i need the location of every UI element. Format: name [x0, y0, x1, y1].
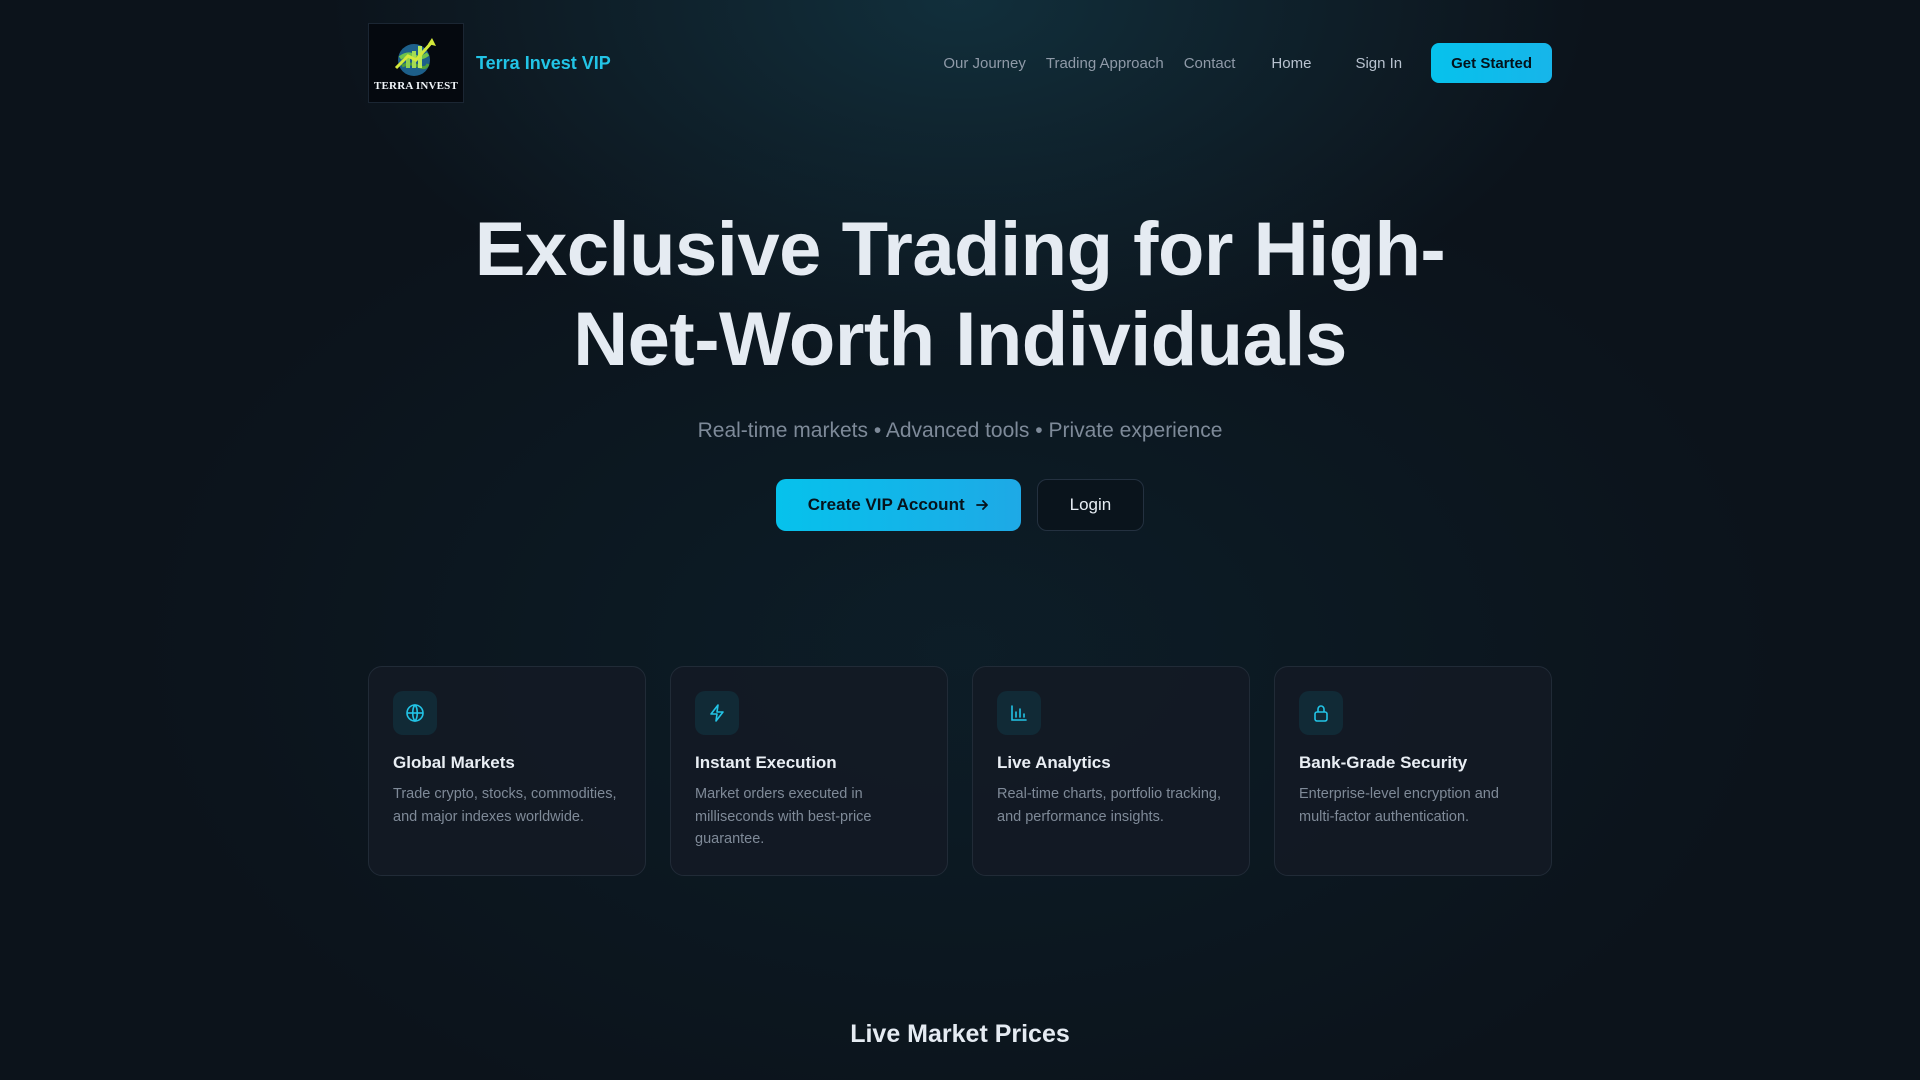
nav-link-contact[interactable]: Contact	[1184, 55, 1236, 72]
nav-link-home[interactable]: Home	[1271, 55, 1311, 72]
hero-title: Exclusive Trading for High-Net-Worth Ind…	[474, 207, 1446, 382]
sign-in-link[interactable]: Sign In	[1355, 55, 1402, 72]
get-started-button[interactable]: Get Started	[1431, 43, 1552, 83]
login-button[interactable]: Login	[1036, 479, 1145, 531]
feature-title: Instant Execution	[695, 753, 837, 772]
feature-card-live-analytics: Live Analytics Real-time charts, portfol…	[972, 666, 1250, 876]
feature-description: Real-time charts, portfolio tracking, an…	[997, 786, 1222, 825]
feature-title: Live Analytics	[997, 753, 1111, 772]
brand-name[interactable]: Terra Invest VIP	[476, 53, 611, 74]
brand[interactable]: TERRA INVEST Terra Invest VIP	[368, 23, 611, 103]
feature-card-instant-execution: Instant Execution Market orders executed…	[670, 666, 948, 876]
create-vip-account-button[interactable]: Create VIP Account	[775, 479, 1021, 531]
nav-link-trading-approach[interactable]: Trading Approach	[1046, 55, 1164, 72]
feature-title: Global Markets	[393, 753, 515, 772]
arrow-right-icon	[975, 500, 988, 510]
globe-chart-logo-icon	[394, 38, 436, 76]
hero-section: Exclusive Trading for High-Net-Worth Ind…	[368, 205, 1552, 531]
feature-description: Trade crypto, stocks, commodities, and m…	[393, 786, 617, 825]
bar-chart-icon	[997, 691, 1041, 735]
create-vip-account-label: Create VIP Account	[807, 495, 965, 514]
features-grid: Global Markets Trade crypto, stocks, com…	[368, 666, 1552, 876]
nav-link-our-journey[interactable]: Our Journey	[943, 55, 1026, 72]
main-nav: Our Journey Trading Approach Contact Hom…	[943, 43, 1552, 83]
site-header: TERRA INVEST Terra Invest VIP Our Journe…	[368, 23, 1552, 103]
feature-title: Bank-Grade Security	[1299, 753, 1468, 772]
brand-logo[interactable]: TERRA INVEST	[368, 23, 464, 103]
cta-row: Create VIP Account Login	[368, 479, 1552, 531]
lightning-icon	[695, 691, 739, 735]
lock-icon	[1299, 691, 1343, 735]
feature-card-bank-grade-security: Bank-Grade Security Enterprise-level enc…	[1274, 666, 1552, 876]
live-market-prices-heading: Live Market Prices	[850, 1020, 1070, 1048]
feature-card-global-markets: Global Markets Trade crypto, stocks, com…	[368, 666, 646, 876]
logo-wordmark: TERRA INVEST	[373, 80, 458, 92]
globe-icon	[393, 691, 437, 735]
feature-description: Enterprise-level encryption and multi-fa…	[1299, 786, 1499, 825]
hero-subtitle: Real-time markets • Advanced tools • Pri…	[697, 419, 1223, 442]
feature-description: Market orders executed in milliseconds w…	[695, 786, 872, 847]
